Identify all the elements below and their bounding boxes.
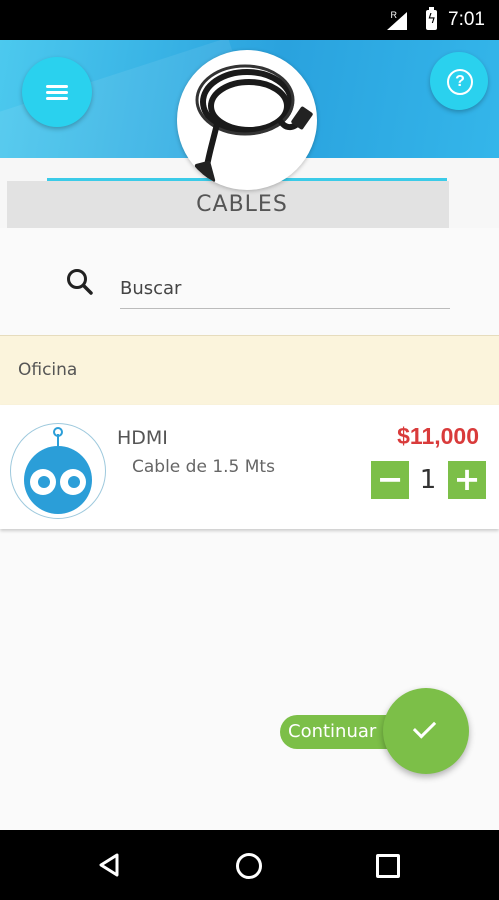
hamburger-menu-icon xyxy=(46,85,68,88)
continue-button[interactable] xyxy=(383,688,469,774)
back-triangle-icon[interactable] xyxy=(98,853,120,877)
robot-mascot-icon xyxy=(24,427,92,514)
quantity-value: 1 xyxy=(419,465,437,495)
check-icon xyxy=(412,715,437,739)
increment-button[interactable]: + xyxy=(448,461,486,499)
product-thumbnail xyxy=(10,423,106,519)
home-circle-icon[interactable] xyxy=(236,853,262,879)
cable-image-icon xyxy=(194,64,313,186)
product-price: $11,000 xyxy=(397,423,479,449)
question-mark-icon: ? xyxy=(447,69,473,95)
system-nav-bar xyxy=(0,830,499,900)
product-name: HDMI xyxy=(117,427,168,449)
signal-icon xyxy=(387,12,407,30)
status-time: 7:01 xyxy=(448,9,485,30)
hamburger-menu-icon xyxy=(46,97,68,100)
product-card[interactable]: HDMI Cable de 1.5 Mts $11,000 − 1 + xyxy=(0,405,499,529)
search-icon xyxy=(67,269,93,295)
hamburger-menu-icon xyxy=(46,91,68,94)
section-label: Oficina xyxy=(18,360,78,380)
menu-button[interactable] xyxy=(22,57,92,127)
category-image xyxy=(177,50,317,190)
section-header: Oficina xyxy=(0,335,499,406)
charging-bolt-icon: ϟ xyxy=(427,12,436,27)
recents-square-icon[interactable] xyxy=(376,854,400,878)
decrement-button[interactable]: − xyxy=(371,461,409,499)
help-button[interactable]: ? xyxy=(430,52,488,110)
product-description: Cable de 1.5 Mts xyxy=(132,457,275,477)
status-bar: R ϟ 7:01 xyxy=(0,0,499,40)
search-input[interactable] xyxy=(120,268,450,309)
